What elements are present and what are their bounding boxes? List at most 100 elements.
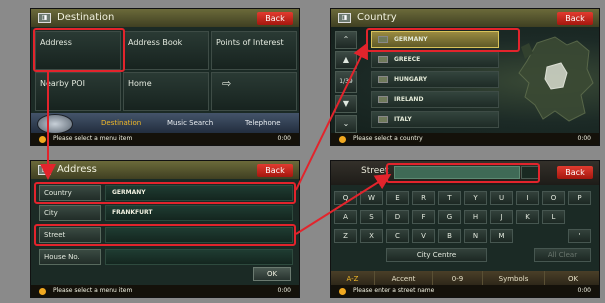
europe-map-icon (518, 36, 594, 122)
status-text: Please select a menu item (53, 287, 133, 294)
status-text: Please enter a street name (353, 287, 435, 294)
home-disc-icon[interactable] (37, 114, 73, 134)
tab-telephone[interactable]: Telephone (245, 119, 281, 127)
city-value: FRANKFURT (105, 205, 293, 221)
street-entry-label: Street (361, 166, 389, 176)
back-button[interactable]: Back (257, 12, 293, 25)
tab-destination[interactable]: Destination (101, 119, 141, 127)
country-screen: ◨ Country Back ⌃ ▲ 1/39 ▼ ⌄ GERMANY GREE… (330, 8, 600, 146)
key-e[interactable]: E (386, 191, 409, 205)
destination-screen: ◨ Destination Back Address Address Book … (30, 8, 300, 146)
key-c[interactable]: C (386, 229, 409, 243)
country-item-germany[interactable]: GERMANY (371, 31, 499, 48)
all-clear-button[interactable]: All Clear (534, 248, 591, 262)
country-item-hungary[interactable]: HUNGARY (371, 71, 499, 88)
status-text: Please select a country (353, 135, 423, 142)
key-m[interactable]: M (490, 229, 513, 243)
page-last-button[interactable]: ⌄ (335, 115, 357, 133)
mode-tabbar: Destination Music Search Telephone (31, 113, 299, 135)
street-entry-screen: Street Back Q W E R T Y U I O P A S D F … (330, 160, 600, 298)
next-page-arrow-icon[interactable]: ⇨ (211, 72, 297, 111)
country-item-ireland[interactable]: IRELAND (371, 91, 499, 108)
navigation-icon: ◨ (38, 165, 51, 175)
key-v[interactable]: V (412, 229, 435, 243)
flag-icon (378, 76, 388, 83)
page-first-button[interactable]: ⌃ (335, 31, 357, 49)
address-titlebar: ◨ Address Back (31, 161, 299, 179)
navigation-icon: ◨ (338, 13, 351, 23)
status-bar: Please select a menu item 0:00 (31, 133, 299, 145)
country-titlebar: ◨ Country Back (331, 9, 599, 27)
key-l[interactable]: L (542, 210, 565, 224)
key-w[interactable]: W (360, 191, 383, 205)
destination-titlebar: ◨ Destination Back (31, 9, 299, 27)
key-i[interactable]: I (516, 191, 539, 205)
key-o[interactable]: O (542, 191, 565, 205)
street-value (105, 227, 293, 243)
street-label: Street (39, 227, 101, 243)
key-k[interactable]: K (516, 210, 539, 224)
back-button[interactable]: Back (557, 166, 593, 179)
key-x[interactable]: X (360, 229, 383, 243)
country-name: ITALY (394, 116, 412, 123)
city-label: City (39, 205, 101, 221)
country-name: IRELAND (394, 96, 424, 103)
menu-item-points-of-interest[interactable]: Points of Interest (211, 31, 297, 70)
key-n[interactable]: N (464, 229, 487, 243)
warning-icon (339, 288, 346, 295)
menu-item-nearby-poi[interactable]: Nearby POI (35, 72, 121, 111)
key-j[interactable]: J (490, 210, 513, 224)
key-g[interactable]: G (438, 210, 461, 224)
key-d[interactable]: D (386, 210, 409, 224)
back-button[interactable]: Back (257, 164, 293, 177)
country-item-italy[interactable]: ITALY (371, 111, 499, 128)
house-number-label: House No. (39, 249, 101, 265)
country-list: ⌃ ▲ 1/39 ▼ ⌄ GERMANY GREECE HUNGARY IREL… (331, 27, 599, 135)
flag-icon (378, 96, 388, 103)
street-input[interactable] (394, 166, 520, 179)
country-label: Country (39, 185, 101, 201)
key-p[interactable]: P (568, 191, 591, 205)
city-centre-button[interactable]: City Centre (386, 248, 487, 262)
country-item-greece[interactable]: GREECE (371, 51, 499, 68)
country-name: GERMANY (394, 36, 428, 43)
tab-music-search[interactable]: Music Search (167, 119, 213, 127)
menu-item-home[interactable]: Home (123, 72, 209, 111)
flag-icon (378, 36, 388, 43)
key-apostrophe[interactable]: ' (568, 229, 591, 243)
key-f[interactable]: F (412, 210, 435, 224)
key-a[interactable]: A (334, 210, 357, 224)
flag-icon (378, 116, 388, 123)
key-r[interactable]: R (412, 191, 435, 205)
key-b[interactable]: B (438, 229, 461, 243)
country-name: GREECE (394, 56, 421, 63)
scroll-down-button[interactable]: ▼ (335, 95, 357, 113)
destination-title: Destination (57, 12, 115, 23)
street-entry-bar: Street Back (331, 161, 599, 185)
key-t[interactable]: T (438, 191, 461, 205)
warning-icon (39, 136, 46, 143)
country-value: GERMANY (105, 185, 293, 201)
key-h[interactable]: H (464, 210, 487, 224)
status-bar: Please enter a street name 0:00 (331, 285, 599, 297)
house-number-value (105, 249, 293, 265)
menu-item-address[interactable]: Address (35, 31, 121, 70)
back-button[interactable]: Back (557, 12, 593, 25)
delete-character-button[interactable] (521, 166, 539, 179)
scroll-up-button[interactable]: ▲ (335, 51, 357, 69)
country-name: HUNGARY (394, 76, 428, 83)
warning-icon (39, 288, 46, 295)
key-q[interactable]: Q (334, 191, 357, 205)
key-z[interactable]: Z (334, 229, 357, 243)
ok-button[interactable]: OK (253, 267, 291, 281)
navigation-icon: ◨ (38, 13, 51, 23)
status-bar: Please select a country 0:00 (331, 133, 599, 145)
menu-item-address-book[interactable]: Address Book (123, 31, 209, 70)
clock: 0:00 (577, 135, 591, 142)
address-title: Address (57, 164, 97, 175)
key-s[interactable]: S (360, 210, 383, 224)
key-y[interactable]: Y (464, 191, 487, 205)
clock: 0:00 (277, 287, 291, 294)
key-u[interactable]: U (490, 191, 513, 205)
flag-icon (378, 56, 388, 63)
